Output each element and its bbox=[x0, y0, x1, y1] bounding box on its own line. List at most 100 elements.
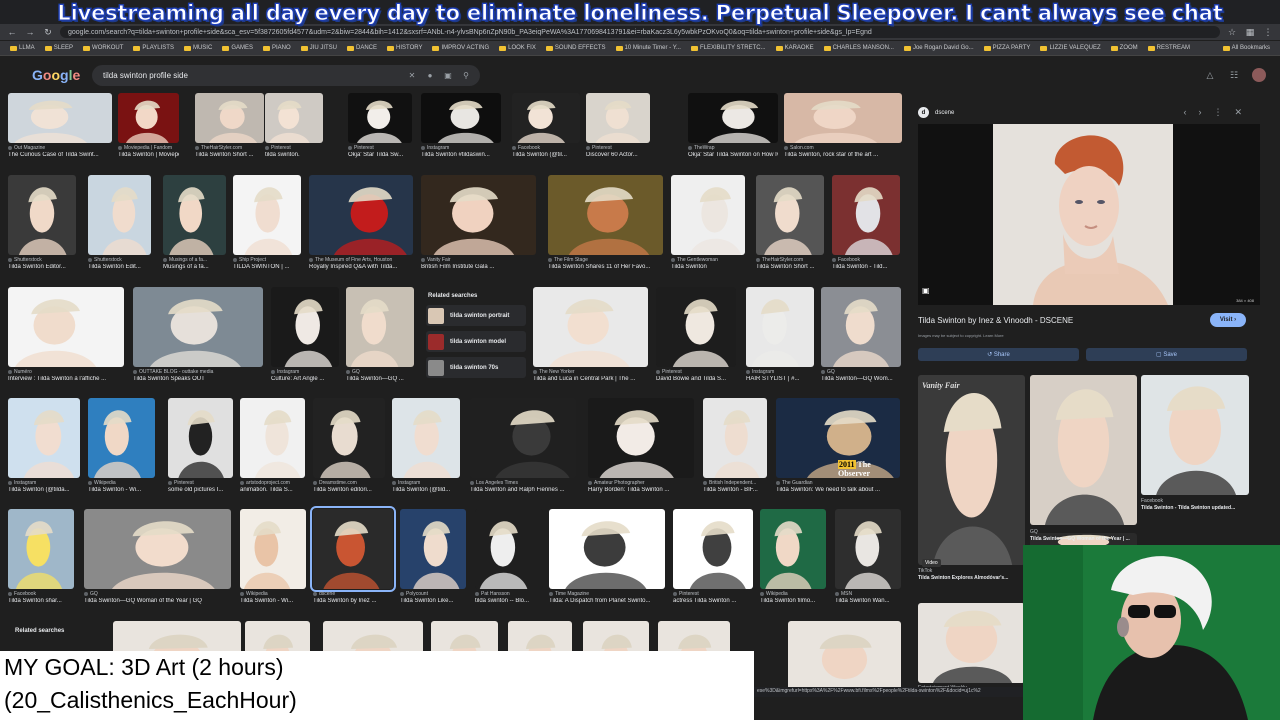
result-thumbnail[interactable] bbox=[746, 287, 814, 367]
mic-icon[interactable]: ● bbox=[424, 70, 436, 82]
bookmark-item[interactable]: Joe Rogan David Go... bbox=[900, 45, 978, 51]
result-source[interactable]: Shutterstock bbox=[8, 257, 76, 263]
result-thumbnail[interactable] bbox=[118, 93, 179, 143]
image-result[interactable]: Numéro Interview : Tilda Swinton à l'affi… bbox=[8, 287, 124, 385]
result-source[interactable]: Instagram bbox=[8, 480, 80, 486]
lens-icon[interactable]: ▣ bbox=[922, 286, 930, 295]
result-title[interactable]: Tilda Swinton (@tild... bbox=[392, 487, 460, 493]
result-title[interactable]: Royally Inspired Q&A with Tilda... bbox=[309, 264, 413, 270]
bookmark-item[interactable]: PIANO bbox=[259, 45, 295, 51]
result-thumbnail[interactable] bbox=[310, 506, 396, 592]
next-icon[interactable]: › bbox=[1198, 107, 1201, 118]
result-thumbnail[interactable] bbox=[421, 175, 536, 255]
result-thumbnail[interactable] bbox=[688, 93, 778, 143]
image-result[interactable]: Instagram HAIR STYLIST | #... bbox=[746, 287, 814, 385]
image-result[interactable]: The Guardian Tilda Swinton: We need to ta… bbox=[776, 398, 900, 496]
result-title[interactable]: Tilda Swinton - BIF... bbox=[703, 487, 767, 493]
result-source[interactable]: dscene bbox=[313, 591, 393, 597]
bookmark-item[interactable]: GAMES bbox=[218, 45, 257, 51]
save-button[interactable]: ▢ Save bbox=[1086, 348, 1247, 361]
result-title[interactable]: Musings of a fa... bbox=[163, 264, 226, 270]
result-source[interactable]: Salon.com bbox=[784, 145, 902, 151]
image-result[interactable]: Pat Hansson tilda swinton -- Blo... bbox=[475, 509, 543, 607]
image-result[interactable]: Moviepedia | Fandom Tilda Swinton | Movie… bbox=[118, 93, 179, 161]
result-title[interactable]: Okja' Star Tilda Sw... bbox=[348, 152, 412, 158]
result-thumbnail[interactable] bbox=[400, 509, 466, 589]
visit-button[interactable]: Visit › bbox=[1210, 313, 1246, 327]
result-title[interactable]: Tilda Swinton editori... bbox=[313, 487, 385, 493]
image-result[interactable]: MSN Tilda Swinton Wan... bbox=[835, 509, 901, 607]
result-thumbnail[interactable] bbox=[703, 398, 767, 478]
result-thumbnail[interactable] bbox=[163, 175, 226, 255]
image-result[interactable]: Facebook Tilda Swinton - Tild... bbox=[832, 175, 900, 273]
search-box[interactable]: tilda swinton profile side ✕ ● ▣ ⚲ bbox=[92, 65, 480, 86]
bookmark-item[interactable]: RESTREAM bbox=[1144, 45, 1194, 51]
image-result[interactable]: Shutterstock Tilda Swinton Editor... bbox=[8, 175, 76, 273]
result-title[interactable]: Discover 60 Actor... bbox=[586, 152, 650, 158]
image-result[interactable]: TheHairStyler.com Tilda Swinton Short ... bbox=[195, 93, 264, 161]
image-result[interactable]: Facebook Tilda Swinton shar... bbox=[8, 509, 74, 607]
close-icon[interactable]: ✕ bbox=[1234, 107, 1242, 118]
image-result[interactable]: TheWrap Okja' Star Tilda Swinton on How I… bbox=[688, 93, 778, 161]
result-source[interactable]: The Museum of Fine Arts, Houston bbox=[309, 257, 413, 263]
result-title[interactable]: Okja' Star Tilda Swinton on How Iva... bbox=[688, 152, 778, 158]
result-thumbnail[interactable] bbox=[309, 175, 413, 255]
avatar[interactable] bbox=[1252, 68, 1266, 82]
result-source[interactable]: Instagram bbox=[271, 369, 339, 375]
result-title[interactable]: Tilda Swinton—GQ Woman of the Year | GQ bbox=[84, 598, 231, 604]
result-title[interactable]: HAIR STYLIST | #... bbox=[746, 376, 814, 382]
result-source[interactable]: Instagram bbox=[421, 145, 501, 151]
result-source[interactable]: GQ bbox=[821, 369, 901, 375]
image-result[interactable]: TheHairStyler.com Tilda Swinton Short ... bbox=[756, 175, 824, 273]
bookmark-item[interactable]: 10 Minute Timer - Y... bbox=[612, 45, 685, 51]
result-title[interactable]: Culture: Art Angle ... bbox=[271, 376, 339, 382]
result-title[interactable]: Tilda Swinton Wan... bbox=[835, 598, 901, 604]
result-thumbnail[interactable] bbox=[821, 287, 901, 367]
result-thumbnail[interactable] bbox=[8, 93, 112, 143]
result-source[interactable]: Polycount bbox=[400, 591, 466, 597]
result-title[interactable]: Tilda Swinton Editor... bbox=[8, 264, 76, 270]
address-bar[interactable]: google.com/search?q=tilda+swinton+profil… bbox=[60, 26, 1220, 38]
result-thumbnail[interactable] bbox=[470, 398, 576, 478]
result-source[interactable]: TheHairStyler.com bbox=[756, 257, 824, 263]
result-thumbnail[interactable] bbox=[8, 287, 124, 367]
result-source[interactable]: Los Angeles Times bbox=[470, 480, 576, 486]
result-thumbnail[interactable] bbox=[346, 287, 414, 367]
image-result[interactable]: Amateur Photographer Harry Borden: Tilda … bbox=[588, 398, 694, 496]
image-result[interactable]: Instagram Tilda Swinton #tildaswin... bbox=[421, 93, 501, 161]
image-result[interactable]: GQ Tilda Swinton—GQ Woman of the Year | G… bbox=[84, 509, 231, 607]
image-result[interactable]: British Independent... Tilda Swinton - BI… bbox=[703, 398, 767, 496]
search-input[interactable]: tilda swinton profile side bbox=[103, 71, 400, 80]
image-result[interactable]: GQ Tilda Swinton—GQ ... bbox=[346, 287, 414, 385]
panel-title[interactable]: Tilda Swinton by Inez & Vinoodh - DSCENE bbox=[918, 316, 1073, 325]
result-source[interactable]: Musings of a fa... bbox=[163, 257, 226, 263]
result-source[interactable]: Pinterest bbox=[656, 369, 736, 375]
image-result[interactable]: The Film Stage Tilda Swinton Shares 11 of… bbox=[548, 175, 663, 273]
result-title[interactable]: TILDA SWINTON | ... bbox=[233, 264, 301, 270]
result-source[interactable]: Vanity Fair bbox=[421, 257, 536, 263]
result-title[interactable]: some old pictures I... bbox=[168, 487, 233, 493]
result-source[interactable]: GQ bbox=[84, 591, 231, 597]
result-thumbnail[interactable] bbox=[168, 398, 233, 478]
result-source[interactable]: Pinterest bbox=[168, 480, 233, 486]
result-thumbnail[interactable] bbox=[88, 175, 151, 255]
camera-icon[interactable]: ▣ bbox=[442, 70, 454, 82]
result-source[interactable]: Time Magazine bbox=[549, 591, 665, 597]
image-result[interactable]: The New Yorker Tilda and Luca in Central … bbox=[533, 287, 648, 385]
apps-icon[interactable]: ☷ bbox=[1228, 69, 1240, 81]
result-thumbnail[interactable] bbox=[195, 93, 264, 143]
result-source[interactable]: British Independent... bbox=[703, 480, 767, 486]
result-source[interactable]: The Gentlewoman bbox=[671, 257, 745, 263]
result-title[interactable]: Tilda Swinton #tildaswin... bbox=[421, 152, 501, 158]
result-thumbnail[interactable] bbox=[88, 398, 155, 478]
result-title[interactable]: Tilda Swinton—GQ Wom... bbox=[821, 376, 901, 382]
image-result[interactable]: Instagram Tilda Swinton (@tilda... bbox=[8, 398, 80, 496]
star-icon[interactable]: ☆ bbox=[1226, 26, 1238, 38]
image-result[interactable]: Pinterest actress Tilda Swinton ... bbox=[673, 509, 753, 607]
image-result[interactable]: Wikipedia Tilda Swinton - Wi... bbox=[88, 398, 155, 496]
image-result[interactable]: Ship Project TILDA SWINTON | ... bbox=[233, 175, 301, 273]
result-title[interactable]: Tilda Swinton - Tild... bbox=[832, 264, 900, 270]
result-source[interactable]: MSN bbox=[835, 591, 901, 597]
bookmark-item[interactable]: DANCE bbox=[343, 45, 381, 51]
image-result[interactable]: Wikipedia Tilda Swinton - Wi... bbox=[240, 509, 306, 607]
